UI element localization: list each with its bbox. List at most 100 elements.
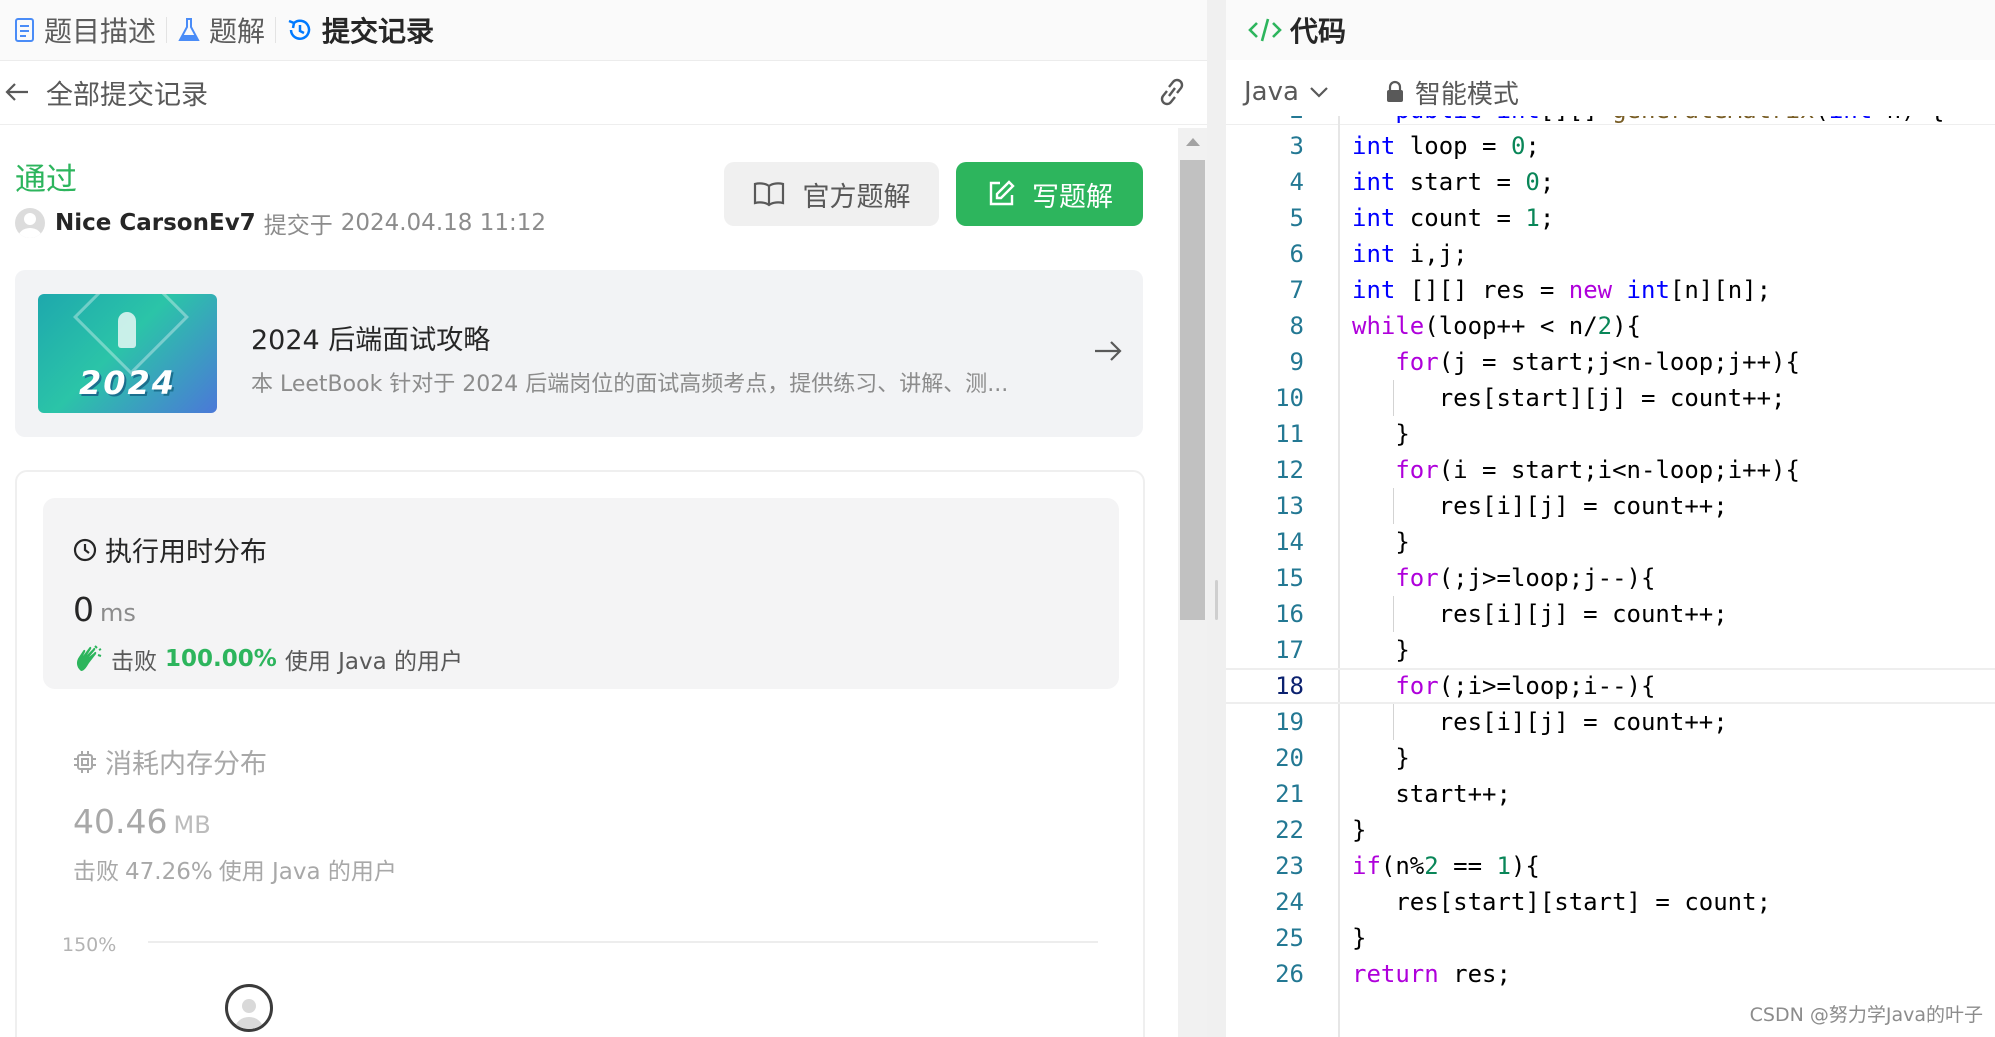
code-line[interactable]: 13 res[i][j] = count++;	[1226, 488, 1995, 524]
line-number: 22	[1275, 816, 1304, 844]
code-line[interactable]: 12 for(i = start;i<n-loop;i++){	[1226, 452, 1995, 488]
all-submissions-title[interactable]: 全部提交记录	[46, 73, 208, 112]
code-text: int start = 0;	[1352, 164, 1554, 200]
code-line[interactable]: 25}	[1226, 920, 1995, 956]
line-number: 21	[1275, 780, 1304, 808]
code-token: while	[1352, 312, 1425, 340]
code-line[interactable]: 15 for(;j>=loop;j--){	[1226, 560, 1995, 596]
leetbook-promo-card[interactable]: 2024 2024 后端面试攻略 本 LeetBook 针对于 2024 后端岗…	[15, 270, 1143, 437]
code-token: int	[1497, 116, 1540, 124]
tab-solutions[interactable]: 题解	[167, 0, 275, 60]
runtime-title-label: 执行用时分布	[105, 537, 267, 568]
username[interactable]: Nice CarsonEv7	[55, 210, 256, 236]
code-token: for	[1395, 672, 1439, 700]
code-token: for	[1395, 456, 1439, 484]
code-line[interactable]: 9 for(j = start;j<n-loop;j++){	[1226, 344, 1995, 380]
code-text: while(loop++ < n/2){	[1352, 308, 1641, 344]
code-token: int	[1352, 168, 1396, 196]
line-number: 14	[1275, 528, 1304, 556]
runtime-beat-percent: 100.00%	[165, 646, 277, 672]
official-solution-button[interactable]: 官方题解	[724, 162, 939, 226]
arrow-right-icon[interactable]	[1093, 338, 1123, 368]
code-tab-bar: 代码	[1226, 0, 1995, 60]
code-line[interactable]: 21 start++;	[1226, 776, 1995, 812]
code-text: }	[1395, 416, 1409, 452]
code-line[interactable]: 2public int[][] generateMatrix(int n) {	[1226, 116, 1995, 128]
code-token: }	[1395, 636, 1410, 664]
book-open-icon	[753, 182, 784, 207]
rocket-icon	[118, 312, 136, 348]
language-select[interactable]: Java	[1244, 77, 1329, 107]
chart-user-avatar[interactable]	[225, 984, 273, 1032]
tab-submissions[interactable]: 提交记录	[276, 0, 444, 60]
code-line[interactable]: 8 while(loop++ < n/2){	[1226, 308, 1995, 344]
tab-code[interactable]: 代码	[1248, 10, 1346, 50]
code-token: }	[1395, 744, 1410, 772]
tab-description[interactable]: 题目描述	[4, 0, 166, 60]
code-token: res;	[1438, 960, 1511, 988]
panel-splitter[interactable]	[1207, 0, 1226, 1037]
code-line[interactable]: 3 int loop = 0;	[1226, 128, 1995, 164]
code-line[interactable]: 14}	[1226, 524, 1995, 560]
avatar[interactable]	[15, 208, 45, 238]
code-line[interactable]: 7 int [][] res = new int[n][n];	[1226, 272, 1995, 308]
line-number: 23	[1275, 852, 1304, 880]
runtime-unit: ms	[100, 599, 136, 627]
scrollbar-thumb[interactable]	[1180, 160, 1205, 620]
code-token: start++;	[1395, 780, 1511, 808]
code-token: i,j;	[1395, 240, 1468, 268]
code-token: (j = start;j<n-loop;j++){	[1438, 348, 1800, 376]
document-icon	[15, 18, 34, 42]
line-number: 3	[1289, 132, 1304, 160]
code-token: loop =	[1395, 132, 1511, 160]
code-line[interactable]: 24 res[start][start] = count;	[1226, 884, 1995, 920]
memory-title[interactable]: 消耗内存分布	[73, 742, 267, 781]
code-token: count =	[1395, 204, 1526, 232]
write-solution-button[interactable]: 写题解	[956, 162, 1143, 226]
promo-description: 本 LeetBook 针对于 2024 后端岗位的面试高频考点，提供练习、讲解、…	[251, 372, 1009, 397]
indent-guide	[1393, 704, 1395, 740]
code-text: res[i][j] = count++;	[1439, 596, 1728, 632]
back-arrow-icon[interactable]	[2, 77, 32, 107]
splitter-handle[interactable]	[1215, 580, 1218, 620]
code-editor[interactable]: 2public int[][] generateMatrix(int n) {3…	[1226, 116, 1995, 1037]
left-scrollbar[interactable]	[1178, 128, 1207, 1037]
code-text: for(i = start;i<n-loop;i++){	[1395, 452, 1800, 488]
code-line[interactable]: 18 for(;i>=loop;i--){	[1226, 668, 1995, 704]
code-token: res[i][j] = count++;	[1438, 600, 1728, 628]
code-line[interactable]: 26 return res;	[1226, 956, 1995, 992]
code-text: }	[1395, 524, 1409, 560]
code-token: ){	[1612, 312, 1641, 340]
code-line[interactable]: 23 if(n%2 == 1){	[1226, 848, 1995, 884]
code-text: int loop = 0;	[1352, 128, 1540, 164]
line-number: 25	[1275, 924, 1304, 952]
code-token: generateMatrix	[1612, 116, 1814, 124]
memory-beat: 击败 47.26% 使用 Java 的用户	[73, 852, 397, 886]
line-number: 6	[1289, 240, 1304, 268]
code-line[interactable]: 6 int i,j;	[1226, 236, 1995, 272]
code-line[interactable]: 20}	[1226, 740, 1995, 776]
code-line[interactable]: 22}	[1226, 812, 1995, 848]
code-token: ;	[1539, 168, 1555, 196]
code-text: }	[1395, 632, 1409, 668]
code-icon	[1248, 18, 1282, 42]
scroll-up-arrow-icon[interactable]	[1186, 138, 1200, 146]
code-line[interactable]: 19 res[i][j] = count++;	[1226, 704, 1995, 740]
flask-icon	[178, 18, 200, 41]
code-line[interactable]: 17}	[1226, 632, 1995, 668]
indent-guide	[1393, 380, 1395, 416]
code-line[interactable]: 5 int count = 1;	[1226, 200, 1995, 236]
code-line[interactable]: 16 res[i][j] = count++;	[1226, 596, 1995, 632]
memory-beat-prefix: 击败	[73, 859, 119, 885]
line-number: 20	[1275, 744, 1304, 772]
code-line[interactable]: 11}	[1226, 416, 1995, 452]
line-number: 17	[1275, 636, 1304, 664]
code-line[interactable]: 4 int start = 0;	[1226, 164, 1995, 200]
submission-status: 通过	[15, 162, 77, 198]
code-line[interactable]: 10 res[start][j] = count++;	[1226, 380, 1995, 416]
link-icon[interactable]	[1155, 77, 1189, 111]
runtime-distribution[interactable]: 执行用时分布 0 ms 击败 100.00% 使用 Java 的用户	[43, 498, 1119, 689]
code-panel: 代码 Java 智能模式 2public int[][] generateMat…	[1226, 0, 1995, 1037]
smart-mode-toggle[interactable]: 智能模式	[1385, 74, 1519, 111]
runtime-beat: 击败 100.00% 使用 Java 的用户	[73, 642, 463, 676]
